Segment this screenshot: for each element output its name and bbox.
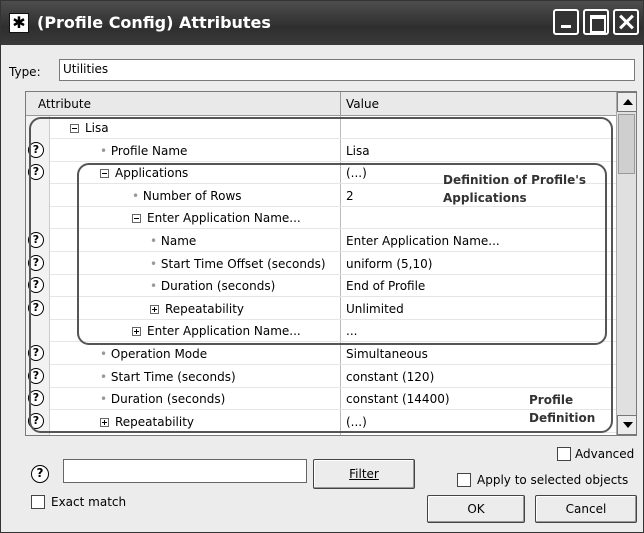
type-field[interactable]: Utilities (59, 59, 635, 81)
window-title: (Profile Config) Attributes (37, 13, 271, 32)
filter-button[interactable]: Filter (313, 459, 415, 489)
annotation-profile-line2: Definition (529, 411, 596, 425)
vertical-scrollbar[interactable] (616, 92, 637, 435)
header-value[interactable]: Value (346, 97, 379, 111)
grid-header: Attribute Value (26, 92, 618, 116)
asterisk-icon: ✱ (9, 13, 29, 33)
title-bar[interactable]: ✱ (Profile Config) Attributes (1, 1, 643, 45)
advanced-label[interactable]: Advanced (575, 447, 634, 461)
ok-button[interactable]: OK (427, 495, 525, 523)
cancel-button[interactable]: Cancel (535, 495, 637, 523)
attributes-dialog: ✱ (Profile Config) Attributes Type: Util… (0, 0, 644, 533)
filter-help-icon[interactable]: ? (31, 465, 49, 483)
header-attribute[interactable]: Attribute (38, 97, 91, 111)
annotation-profile-line1: Profile (529, 393, 574, 407)
exact-match-checkbox[interactable] (31, 495, 45, 509)
maximize-button[interactable] (583, 9, 609, 35)
type-label: Type: (9, 65, 41, 79)
filter-input[interactable] (63, 459, 307, 483)
exact-match-label[interactable]: Exact match (51, 495, 126, 509)
scroll-thumb[interactable] (618, 114, 635, 174)
annotation-applications-line2: Applications (443, 191, 527, 205)
filter-button-label: Filter (349, 467, 379, 481)
advanced-checkbox[interactable] (557, 447, 571, 461)
close-button[interactable] (613, 9, 639, 35)
apply-selected-checkbox[interactable] (457, 473, 471, 487)
ok-button-label: OK (467, 502, 485, 516)
annotation-applications-line1: Definition of Profile's (443, 173, 587, 187)
scroll-down-icon[interactable] (617, 415, 637, 435)
apply-selected-label[interactable]: Apply to selected objects (477, 473, 628, 487)
minimize-button[interactable] (553, 9, 579, 35)
applications-outline (77, 163, 607, 345)
cancel-button-label: Cancel (565, 502, 607, 516)
scroll-up-icon[interactable] (617, 92, 637, 112)
header-divider (340, 92, 341, 116)
